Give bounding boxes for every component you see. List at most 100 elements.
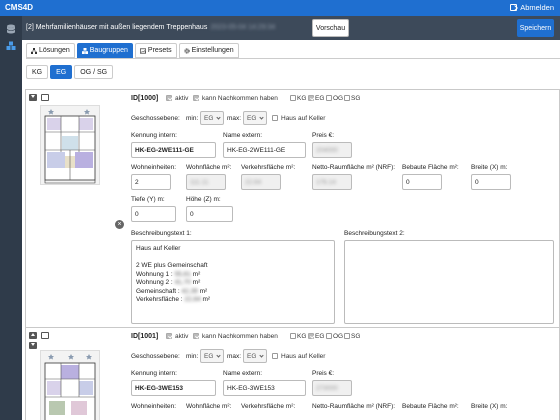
geschoss-label: Geschossebene:	[131, 353, 180, 360]
chevron-down-icon	[216, 114, 221, 120]
eg-label: EG	[315, 95, 325, 102]
text-value: 55,61	[174, 270, 191, 278]
tab-einstellungen[interactable]: Einstellungen	[178, 43, 239, 58]
tiefe-label: Tiefe (Y) m:	[131, 196, 165, 203]
brand-logo: CMS4D	[5, 3, 34, 12]
preis-input[interactable]: 273000	[312, 380, 352, 396]
min-label: min:	[186, 115, 199, 122]
sg-checkbox[interactable]	[344, 95, 350, 101]
aktiv-checkbox[interactable]	[166, 95, 172, 101]
collapse-icon[interactable]	[29, 94, 37, 101]
extern-label: Name extern:	[223, 370, 263, 377]
kg-checkbox[interactable]	[290, 333, 296, 339]
min-select[interactable]: EG	[200, 349, 224, 363]
tiefe-value: 0	[135, 210, 139, 218]
tab-label: Presets	[147, 47, 172, 54]
main-tabs: Lösungen Baugruppen Presets Einstellunge…	[26, 43, 239, 58]
kennung-input[interactable]: HK-EG-3WE153	[131, 380, 216, 396]
logout-link[interactable]: Abmelden	[510, 3, 554, 12]
tab-presets[interactable]: Presets	[134, 43, 177, 58]
floor-plan-drawing	[44, 109, 96, 184]
move-up-icon[interactable]	[29, 332, 37, 339]
extern-input[interactable]: HK-EG-3WE153	[223, 380, 306, 396]
wohneinheiten-input[interactable]: 2	[131, 174, 171, 190]
og-checkbox[interactable]	[326, 333, 332, 339]
verkehrsflaeche-label: Verkehrsfläche m²:	[241, 164, 296, 171]
database-icon[interactable]	[6, 24, 16, 34]
og-checkbox[interactable]	[326, 95, 332, 101]
beschreibung1-textarea[interactable]: Haus auf Keller 2 WE plus Gemeinschaft Wo…	[131, 240, 335, 324]
hoehe-input[interactable]: 0	[186, 206, 233, 222]
extern-input[interactable]: HK-EG-2WE111-GE	[223, 142, 306, 158]
main-content: Lösungen Baugruppen Presets Einstellunge…	[22, 40, 560, 420]
remove-icon[interactable]: ×	[115, 220, 124, 229]
baugruppe-card: ID[1001] aktiv kann Nachkommen haben KG …	[25, 327, 560, 420]
kg-checkbox[interactable]	[290, 95, 296, 101]
unit-label: m²	[199, 287, 208, 295]
tab-loesungen[interactable]: Lösungen	[26, 43, 75, 58]
bebaute-label: Bebaute Fläche m²:	[402, 403, 459, 410]
cubes-icon[interactable]	[6, 41, 16, 51]
keller-checkbox[interactable]	[272, 353, 278, 359]
min-value: EG	[204, 114, 214, 122]
nrf-input[interactable]: 176.14	[312, 174, 352, 190]
wohneinheiten-value: 2	[135, 178, 139, 186]
save-button[interactable]: Speichern	[517, 19, 554, 37]
min-select[interactable]: EG	[200, 111, 224, 125]
subtab-kg[interactable]: KG	[26, 65, 49, 79]
max-value: EG	[247, 352, 257, 360]
text-value: 42,39	[181, 287, 198, 295]
subtab-og-sg[interactable]: OG / SG	[74, 65, 114, 79]
aktiv-checkbox[interactable]	[166, 333, 172, 339]
text-line: Haus auf Keller	[136, 245, 181, 252]
max-select[interactable]: EG	[243, 349, 267, 363]
og-label: OG	[333, 95, 344, 102]
bebaute-label: Bebaute Fläche m²:	[402, 164, 459, 171]
max-select[interactable]: EG	[243, 111, 267, 125]
collapse-icon[interactable]	[29, 342, 37, 349]
text-label: Verkehrsfläche :	[136, 296, 183, 303]
wohnflaeche-input[interactable]: 111.11	[186, 174, 226, 190]
kennung-input[interactable]: HK-EG-2WE111-GE	[131, 142, 216, 158]
image-icon[interactable]	[41, 332, 49, 339]
eg-checkbox[interactable]	[308, 333, 314, 339]
subtab-eg[interactable]: EG	[50, 65, 73, 79]
verkehrsflaeche-label: Verkehrsfläche m²:	[241, 403, 296, 410]
cubes-icon	[81, 47, 88, 54]
floor-plan-drawing	[44, 354, 96, 420]
preview-button[interactable]: Vorschau	[312, 19, 349, 37]
sitemap-icon	[31, 47, 37, 54]
preis-label: Preis €:	[312, 370, 335, 377]
verkehrsflaeche-input[interactable]: 22.64	[241, 174, 281, 190]
top-bar: CMS4D Abmelden	[0, 0, 560, 16]
image-icon[interactable]	[41, 94, 49, 101]
item-id: ID[1001]	[131, 333, 159, 340]
tab-label: Einstellungen	[191, 47, 234, 54]
verkehrsflaeche-value: 22.64	[245, 178, 262, 186]
kennung-value: HK-EG-2WE111-GE	[135, 146, 194, 154]
extern-value: HK-EG-3WE153	[227, 384, 275, 392]
wohneinheiten-label: Wohneinheiten:	[131, 164, 177, 171]
tiefe-input[interactable]: 0	[131, 206, 176, 222]
nachkommen-checkbox[interactable]	[193, 333, 199, 339]
kennung-label: Kennung intern:	[131, 132, 177, 139]
beschreibung1-label: Beschreibungstext 1:	[131, 230, 192, 237]
unit-label: m²	[192, 279, 201, 286]
eg-checkbox[interactable]	[308, 95, 314, 101]
extern-value: HK-EG-2WE111-GE	[227, 146, 286, 154]
tabs-divider	[26, 58, 560, 59]
beschreibung2-textarea[interactable]	[344, 240, 554, 324]
sg-checkbox[interactable]	[344, 333, 350, 339]
bebaute-input[interactable]: 0	[402, 174, 442, 190]
preis-input[interactable]: 204000	[312, 142, 352, 158]
max-label: max:	[227, 115, 242, 122]
tab-baugruppen[interactable]: Baugruppen	[76, 43, 133, 58]
keller-checkbox[interactable]	[272, 115, 278, 121]
page-header: [2] Mehrfamilienhäuser mit außen liegend…	[22, 16, 560, 40]
breite-input[interactable]: 0	[471, 174, 511, 190]
nachkommen-checkbox[interactable]	[193, 95, 199, 101]
geschoss-label: Geschossebene:	[131, 115, 180, 122]
nrf-label: Netto-Raumfläche m² (NRF):	[312, 403, 396, 410]
wohneinheiten-label: Wohneinheiten:	[131, 403, 177, 410]
unit-label: m²	[202, 296, 211, 303]
